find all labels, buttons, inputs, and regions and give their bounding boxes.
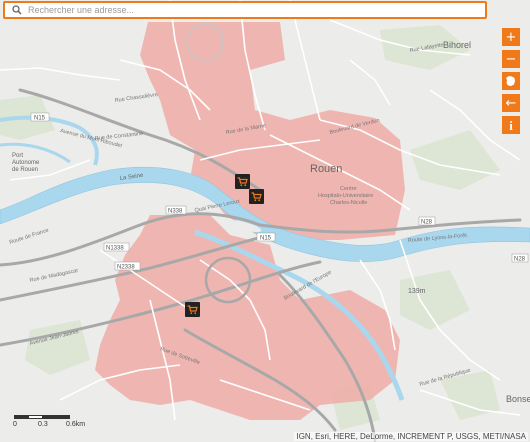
chu-line-1: Centre xyxy=(340,186,357,192)
shopping-cart-icon xyxy=(187,304,198,314)
home-extent-button[interactable] xyxy=(502,72,520,90)
scale-label-0: 0 xyxy=(13,421,17,428)
shield-n28a: N28 xyxy=(418,216,436,226)
svg-text:N15: N15 xyxy=(260,236,272,242)
scale-bar: 0 0.3 0.6km xyxy=(13,415,85,435)
search-icon[interactable] xyxy=(10,3,24,17)
label-elevation: 139m xyxy=(408,288,426,295)
zoom-in-icon: + xyxy=(505,29,517,45)
chu-line-2: Hospitalo-Universitaire xyxy=(318,193,373,199)
shield-n28b: N28 xyxy=(511,253,529,263)
label-rouen: Rouen xyxy=(310,163,342,175)
shopping-cart-marker-2[interactable] xyxy=(249,189,264,204)
shopping-cart-marker-3[interactable] xyxy=(185,302,200,317)
info-button[interactable]: i xyxy=(502,116,520,134)
svg-text:N28: N28 xyxy=(514,257,526,263)
shield-n15a: N15 xyxy=(30,112,50,122)
france-map-icon xyxy=(506,76,515,86)
attribution: IGN, Esri, HERE, DeLorme, INCREMENT P, U… xyxy=(294,432,528,441)
shield-n1338: N1338 xyxy=(103,242,130,252)
chu-line-3: Charles-Nicolle xyxy=(330,200,367,206)
scale-bar-graphic xyxy=(14,415,70,419)
label-bihorel: Bihorel xyxy=(443,40,471,50)
label-bonse: Bonse xyxy=(506,394,530,404)
zoom-out-icon: − xyxy=(505,51,517,67)
shopping-cart-icon xyxy=(237,176,248,186)
back-button[interactable]: ← xyxy=(502,94,520,112)
basemap[interactable]: Rouen Bihorel Bonse La Seine 139m Port A… xyxy=(0,0,530,442)
zoom-in-button[interactable]: + xyxy=(502,28,520,46)
svg-text:N2338: N2338 xyxy=(117,265,135,271)
svg-text:N28: N28 xyxy=(421,220,433,226)
scale-label-2: 0.6km xyxy=(66,421,86,428)
shopping-cart-marker-1[interactable] xyxy=(235,174,250,189)
port-line-2: Autonome xyxy=(12,160,40,166)
svg-text:N338: N338 xyxy=(168,209,183,215)
arrow-left-icon: ← xyxy=(505,95,517,111)
shield-n2338: N2338 xyxy=(114,261,141,271)
shield-n15b: N15 xyxy=(256,232,276,242)
zoom-out-button[interactable]: − xyxy=(502,50,520,68)
search-bar xyxy=(3,1,487,19)
svg-text:N15: N15 xyxy=(34,116,46,122)
svg-text:N1338: N1338 xyxy=(106,246,124,252)
shield-n338a: N338 xyxy=(165,205,187,215)
info-icon: i xyxy=(509,117,513,133)
map-toolbar: + − ← i xyxy=(502,28,520,138)
port-line-1: Port xyxy=(12,153,23,159)
search-input[interactable] xyxy=(28,5,485,15)
map-frame: Rouen Bihorel Bonse La Seine 139m Port A… xyxy=(0,0,530,442)
scale-label-1: 0.3 xyxy=(38,421,48,428)
port-line-3: de Rouen xyxy=(12,167,38,173)
shopping-cart-icon xyxy=(251,191,262,201)
